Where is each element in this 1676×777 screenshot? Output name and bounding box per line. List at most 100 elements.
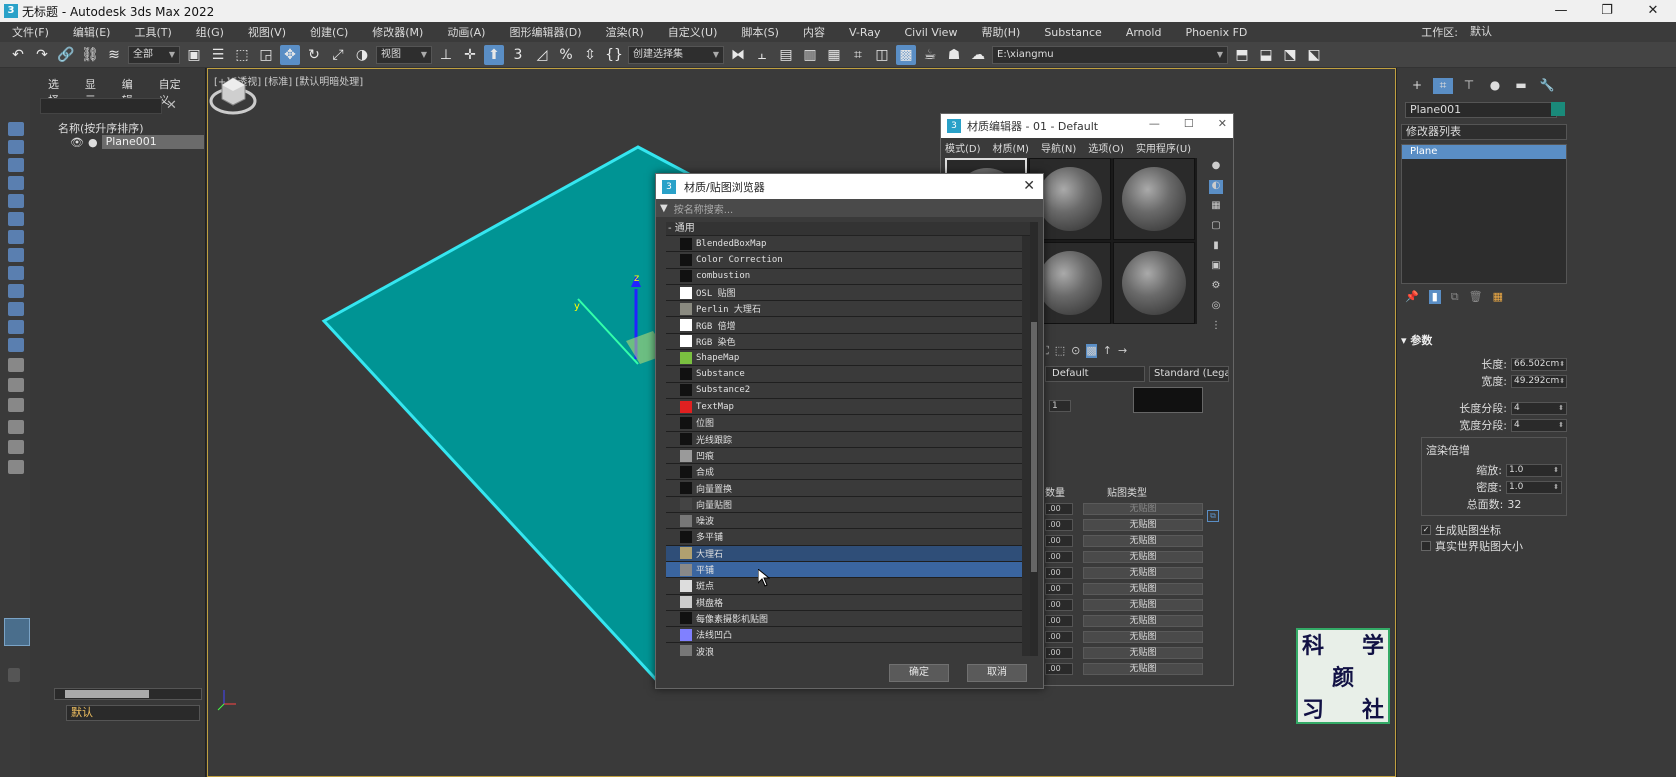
list-item[interactable]: 光线跟踪 [666,431,1022,448]
options-arrow-icon[interactable]: ▼ [660,203,668,214]
menu-help[interactable]: 帮助(H) [969,24,1032,40]
list-item[interactable]: 棋盘格 [666,594,1022,611]
map-amount-spinner[interactable]: .00 [1045,630,1073,643]
project-folder-icon[interactable]: ⬒ [1232,45,1252,65]
list-item[interactable]: combustion [666,268,1022,285]
name-column-header[interactable]: 名称(按升序排序) [58,120,144,136]
align-icon[interactable]: ⫠ [752,45,772,65]
render-production-icon[interactable]: ☗ [944,45,964,65]
manipulate-icon[interactable]: ✛ [460,45,480,65]
menu-vray[interactable]: V-Ray [837,26,893,39]
display-geometry-icon[interactable] [8,140,24,154]
map-slot-button[interactable]: 无贴图 [1083,566,1203,579]
map-slot-button[interactable]: 无贴图 [1083,646,1203,659]
rotate-icon[interactable]: ↻ [304,45,324,65]
density-spinner[interactable]: 1.0 ⬍ [1506,480,1562,494]
map-slot-button[interactable]: 无贴图 [1083,582,1203,595]
bind-space-warp-icon[interactable]: ≋ [104,45,124,65]
create-tab-icon[interactable]: + [1407,78,1427,94]
redo-icon[interactable]: ↷ [32,45,52,65]
configure-sets-icon[interactable]: ▦ [1493,290,1503,304]
toggle-ribbon-icon[interactable]: ▥ [800,45,820,65]
spinner-arrows-icon[interactable]: ⬍ [1553,465,1561,476]
go-to-parent-icon[interactable]: ↑ [1103,344,1112,358]
map-amount-spinner[interactable]: .00 [1045,566,1073,579]
display-xrefs-icon[interactable] [8,266,24,280]
gen-mapping-checkbox[interactable]: ✓ [1421,525,1431,535]
map-list[interactable]: - 通用 BlendedBoxMap Color Correction combus… [666,222,1038,656]
menu-customize[interactable]: 自定义(U) [656,24,730,40]
material-editor-titlebar[interactable]: 3 材质编辑器 - 01 - Default — ☐ ✕ [941,114,1233,138]
video-color-icon[interactable]: ▮ [1209,240,1223,254]
display-none-icon[interactable] [8,122,24,136]
curve-editor-icon[interactable]: ▦ [824,45,844,65]
material-map-nav-icon[interactable]: ⋮ [1209,320,1223,334]
map-amount-spinner[interactable]: .00 [1045,534,1073,547]
map-amount-spinner[interactable]: .00 [1045,614,1073,627]
show-map-icon[interactable]: ▩ [1086,344,1097,358]
list-item[interactable]: RGB 倍增 [666,317,1022,334]
object-color-swatch[interactable] [1551,102,1565,116]
menu-animation[interactable]: 动画(A) [435,24,497,40]
scrollbar-thumb[interactable] [65,690,149,698]
menu-scripting[interactable]: 脚本(S) [729,24,791,40]
browser-search-bar[interactable]: ▼ 按名称搜索... [656,199,1043,217]
selection-filter-dropdown[interactable]: 全部 ▼ [128,45,180,64]
object-name-input[interactable]: Plane001 [1405,102,1557,118]
show-end-result-icon[interactable]: ▮ [1428,290,1441,304]
list-item[interactable]: 多平铺 [666,529,1022,546]
list-item[interactable]: 👁 ● Plane001 [70,135,204,149]
width-spinner[interactable]: 49.292cm ⬍ [1511,374,1567,388]
pin-stack-icon[interactable]: 📌 [1405,290,1419,304]
snap-3d-icon[interactable]: 3 [508,45,528,65]
vertical-scrollbar[interactable] [1030,222,1038,656]
edit-named-sel-icon[interactable]: {} [604,45,624,65]
map-slot-button[interactable]: 无贴图 [1083,518,1203,531]
move-icon[interactable]: ✥ [280,44,300,65]
motion-tab-icon[interactable]: ● [1485,78,1505,94]
map-slot-button[interactable]: 无贴图 [1083,534,1203,547]
menu-views[interactable]: 视图(V) [236,24,298,40]
display-lights-icon[interactable] [8,176,24,190]
render-setup-icon[interactable]: ▩ [896,44,916,65]
uv-tiling-icon[interactable]: ▢ [1209,220,1223,234]
rect-selection-icon[interactable]: ⬚ [232,45,252,65]
list-item[interactable]: BlendedBoxMap [666,236,1022,253]
list-item[interactable]: Substance [666,366,1022,383]
group-header-general[interactable]: - 通用 [666,222,1038,236]
make-unique-icon[interactable]: ⧉ [1451,290,1459,304]
map-slot-button[interactable]: 无贴图 [1083,614,1203,627]
filter-icon[interactable] [8,420,24,434]
list-item[interactable]: Color Correction [666,252,1022,269]
close-button[interactable]: ✕ [1630,0,1676,22]
ok-button[interactable]: 确定 [889,664,949,682]
rendered-frame-icon[interactable]: ☕ [920,45,940,65]
list-item[interactable]: 凹痕 [666,447,1022,465]
map-amount-spinner[interactable]: .00 [1045,598,1073,611]
display-cameras-icon[interactable] [8,194,24,208]
menu-arnold[interactable]: Arnold [1114,26,1174,39]
hierarchy-tab-icon[interactable]: ⊤ [1459,78,1479,94]
render-cloud-icon[interactable]: ☁ [968,45,988,65]
unlink-icon[interactable]: ⛓ [80,45,100,65]
set-project-icon[interactable]: ⬓ [1256,45,1276,65]
map-slot-button[interactable]: 无贴图 [1083,662,1203,675]
menu-edit[interactable]: 编辑(E) [61,24,123,40]
select-object-icon[interactable]: ▣ [184,45,204,65]
link-icon[interactable]: 🔗 [56,45,76,65]
map-copy-icon[interactable]: ⧉ [1207,510,1219,522]
remove-modifier-icon[interactable]: 🗑 [1469,290,1483,304]
menu-civil-view[interactable]: Civil View [892,26,969,39]
menu-group[interactable]: 组(G) [184,24,236,40]
list-item[interactable]: TextMap [666,398,1022,416]
eye-icon[interactable]: 👁 [70,136,84,149]
list-item[interactable]: Perlin 大理石 [666,301,1022,318]
horizontal-scrollbar[interactable] [54,688,202,700]
list-item[interactable]: 合成 [666,464,1022,481]
display-groups-icon[interactable] [8,248,24,262]
display-hidden-icon[interactable] [8,338,24,352]
list-item[interactable]: 波浪 [666,643,1022,656]
display-none-toggle-icon[interactable] [8,378,24,392]
width-segs-spinner[interactable]: 4 ⬍ [1511,418,1567,432]
list-item[interactable]: ShapeMap [666,350,1022,367]
